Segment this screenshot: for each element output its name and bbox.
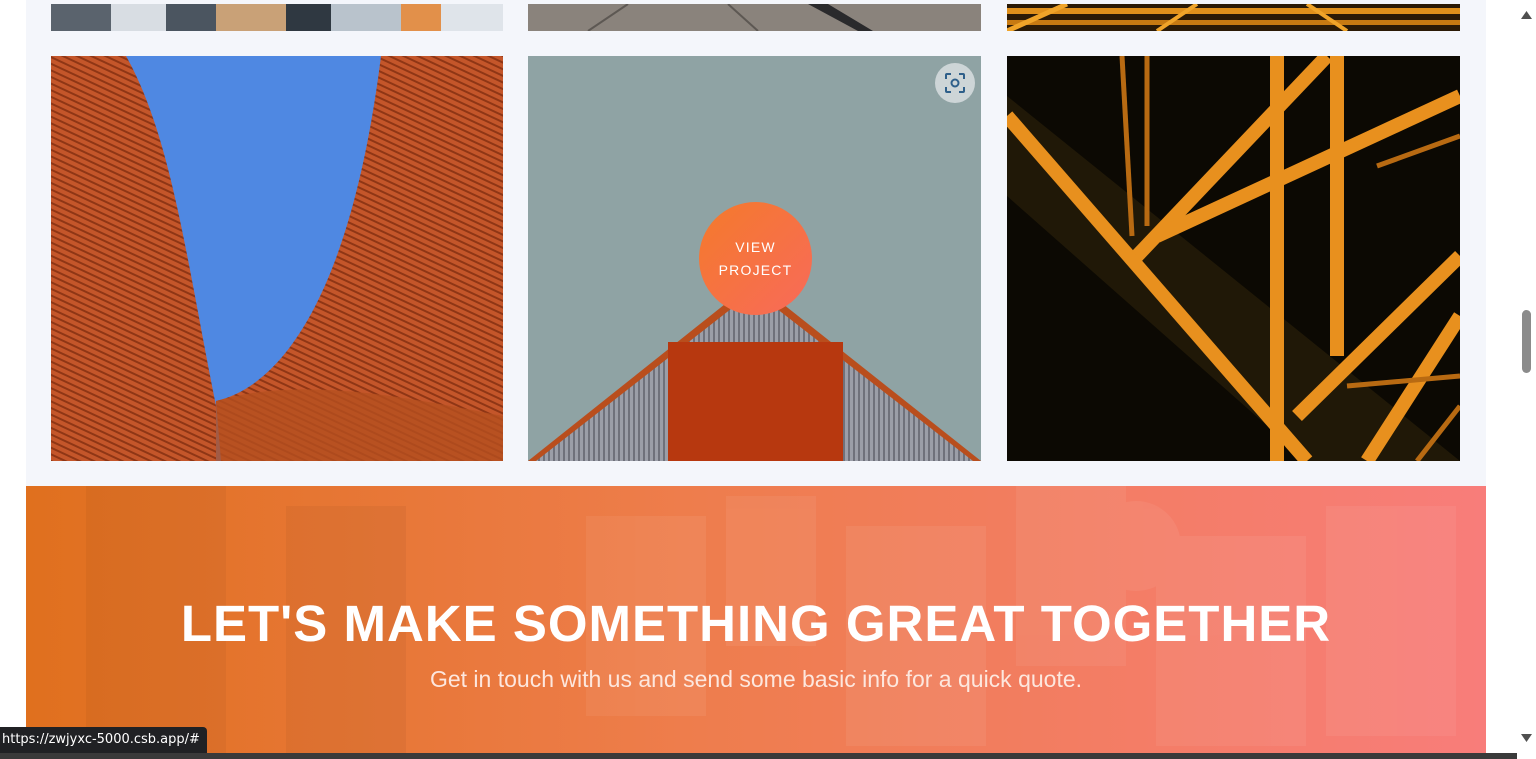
gallery-tile-top-3[interactable]	[1007, 4, 1460, 31]
lens-scan-icon	[945, 73, 965, 93]
cta-subtitle: Get in touch with us and send some basic…	[429, 666, 1083, 692]
scroll-down-arrow-icon[interactable]	[1521, 734, 1532, 742]
lens-scan-button[interactable]	[935, 63, 975, 103]
gallery-tile-orange-steel-truss[interactable]	[1007, 56, 1460, 461]
view-project-label-line1: VIEW	[735, 238, 776, 255]
vertical-scrollbar[interactable]	[1517, 0, 1536, 759]
status-bar-url: https://zwjyxc-5000.csb.app/#	[0, 727, 207, 753]
gallery-tile-orange-curved-facade[interactable]	[51, 56, 503, 461]
cta-title: LET'S MAKE SOMETHING GREAT TOGETHER	[180, 595, 1332, 652]
window-bottom-edge	[0, 753, 1517, 759]
page-viewport: VIEW PROJECT LET'S MAKE SOMETHING GREAT …	[0, 0, 1517, 753]
view-project-button[interactable]: VIEW PROJECT	[699, 202, 812, 315]
scrollbar-thumb[interactable]	[1522, 310, 1531, 373]
gallery-tile-top-1[interactable]	[51, 4, 503, 31]
view-project-label-line2: PROJECT	[718, 261, 793, 278]
contact-cta-banner: LET'S MAKE SOMETHING GREAT TOGETHER Get …	[26, 486, 1486, 753]
gallery-tile-top-2[interactable]	[528, 4, 981, 31]
scroll-up-arrow-icon[interactable]	[1521, 11, 1532, 19]
